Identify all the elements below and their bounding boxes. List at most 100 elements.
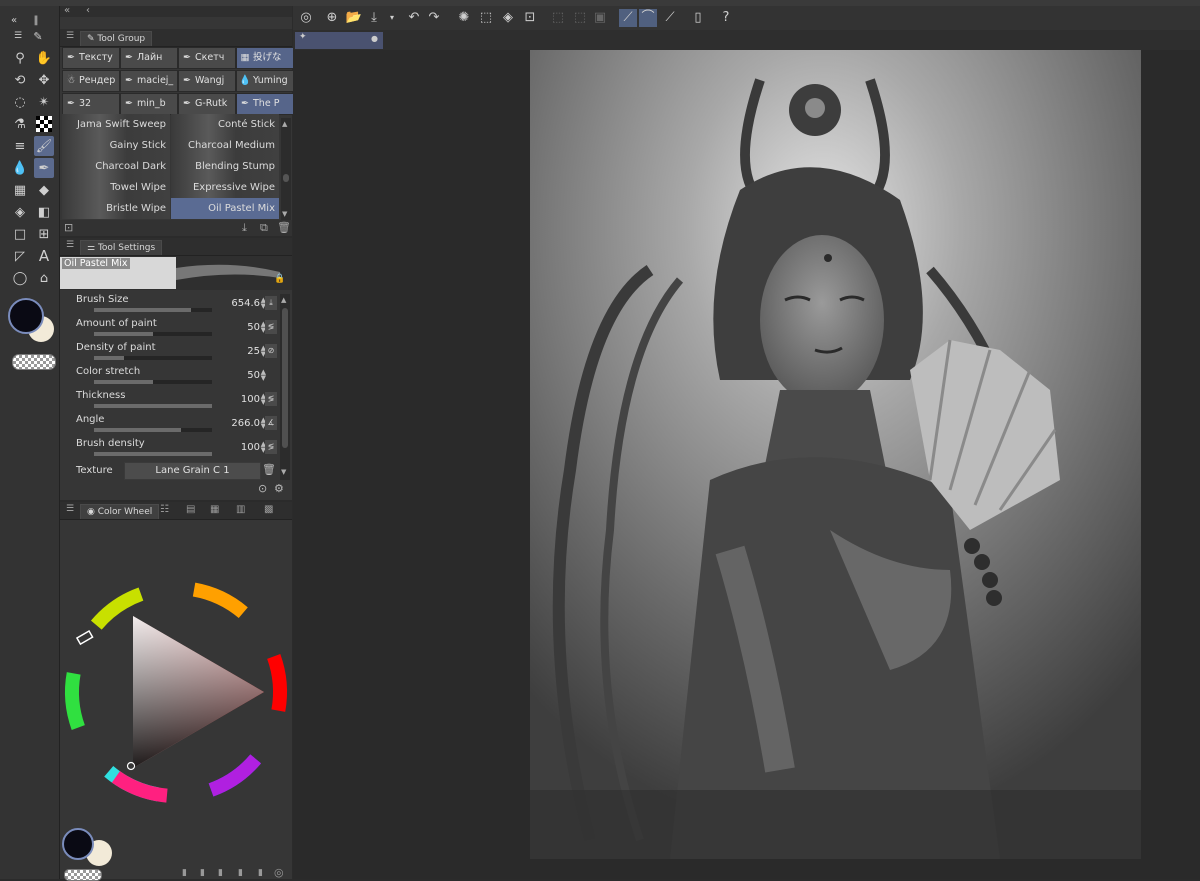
brush-item[interactable]: Bristle Wipe (62, 198, 170, 219)
brush-item[interactable]: Charcoal Medium (171, 135, 279, 156)
brush-item[interactable]: Oil Pastel Mix (171, 198, 279, 219)
back-icon[interactable]: ‹ (86, 5, 90, 16)
clear-icon[interactable]: ⬚ (477, 9, 495, 27)
property-slider[interactable] (94, 452, 212, 456)
property-value[interactable]: 100 (210, 394, 260, 405)
subtool-item[interactable]: ✒ The P (236, 93, 294, 115)
subtool-item[interactable]: ✒ 32 (62, 93, 120, 115)
settings-scrollbar[interactable]: ▲ ▼ (280, 294, 290, 480)
subtool-item[interactable]: ✒ G-Rutk (178, 93, 236, 115)
color-wheel[interactable] (60, 576, 292, 816)
snap-special-icon[interactable]: ⌒ (639, 9, 657, 27)
gradient-icon[interactable]: ◧ (34, 202, 54, 222)
tab-tool-settings[interactable]: ⚌ Tool Settings (80, 240, 163, 255)
menu-icon[interactable]: ☰ (8, 26, 28, 46)
menu-icon[interactable]: ☰ (66, 504, 74, 514)
scroll-thumb[interactable] (282, 308, 288, 448)
open-icon[interactable]: 📂 (345, 9, 363, 27)
settings-icon[interactable]: ⊡ (64, 221, 73, 234)
palette-icon[interactable]: ▮ (182, 868, 187, 878)
subtool-item[interactable]: ☃ Рендер (62, 70, 120, 92)
pressure-icon[interactable]: ≶ (265, 320, 277, 334)
property-slider[interactable] (94, 404, 212, 408)
pen-tool-icon[interactable]: ✒ (34, 158, 54, 178)
logo-icon[interactable]: ◎ (297, 9, 315, 27)
scroll-down-icon[interactable]: ▼ (281, 468, 286, 476)
zoom-icon[interactable]: ⚲ (10, 48, 30, 68)
lock-icon[interactable]: ⊘ (265, 344, 277, 358)
texture-select[interactable]: Lane Grain C 1 (124, 462, 261, 480)
scroll-up-icon[interactable]: ▲ (281, 296, 286, 304)
color-mode-icon[interactable]: ◎ (274, 866, 284, 879)
text-icon[interactable]: A (34, 246, 54, 266)
figure-icon[interactable]: □ (10, 224, 30, 244)
main-color-swatch[interactable] (62, 828, 94, 860)
scrollbar[interactable]: ▲ ▼ (281, 118, 291, 220)
grid-icon[interactable]: ▦ (10, 180, 30, 200)
menu-icon[interactable]: ☰ (66, 31, 74, 41)
download-icon[interactable]: ⤓ (265, 296, 277, 310)
subtool-item[interactable]: ✒ Скетч (178, 47, 236, 69)
main-color-swatch[interactable] (8, 298, 44, 334)
property-slider[interactable] (94, 380, 212, 384)
subtool-item[interactable]: ▦ 投げな (236, 47, 294, 69)
snap-grid-icon[interactable]: ⟋ (661, 9, 679, 27)
operation-icon[interactable]: ⟲ (10, 70, 30, 90)
property-value[interactable]: 266.0 (210, 418, 260, 429)
collapse-icon[interactable]: « (64, 5, 70, 16)
brush-item[interactable]: Conté Stick (171, 114, 279, 135)
property-slider[interactable] (94, 308, 212, 312)
scroll-down-icon[interactable]: ▼ (282, 210, 287, 218)
document-tab[interactable]: ✦ ● (295, 32, 383, 49)
property-value[interactable]: 25 (210, 346, 260, 357)
help-icon[interactable]: ? (717, 9, 735, 27)
artwork-canvas[interactable] (530, 50, 1141, 859)
close-icon[interactable]: ● (371, 34, 378, 43)
save-icon[interactable]: ⤓ (365, 9, 383, 27)
ruler-icon[interactable]: ◸ (10, 246, 30, 266)
transparent-color-swatch[interactable] (12, 354, 56, 370)
subtool-item[interactable]: 💧 Yuming (236, 70, 294, 92)
correction-icon[interactable]: ⌂ (34, 268, 54, 288)
subtool-item[interactable]: ✒ Wangj (178, 70, 236, 92)
import-icon[interactable]: ⤓ (242, 221, 247, 235)
scroll-thumb[interactable] (283, 174, 289, 182)
subtool-item[interactable]: ✒ Лайн (120, 47, 178, 69)
invert-selection-icon[interactable]: ⬚ (571, 9, 589, 27)
loading-icon[interactable]: ✺ (455, 9, 473, 27)
intermediate-color-tab-icon[interactable]: ▤ (186, 504, 195, 515)
brush-item[interactable]: Blending Stump (171, 156, 279, 177)
eyedropper-icon[interactable]: ⚗ (10, 114, 30, 134)
tab-color-wheel[interactable]: ◉ Color Wheel (80, 504, 160, 519)
property-value[interactable]: 50 (210, 370, 260, 381)
transparent-color-swatch[interactable] (64, 869, 102, 881)
spinner-icon[interactable]: ▲ ▼ (261, 369, 266, 382)
brush-item[interactable]: Towel Wipe (62, 177, 170, 198)
property-slider[interactable] (94, 356, 212, 360)
pressure-icon[interactable]: ≶ (265, 440, 277, 454)
brush-tool-icon[interactable]: 🖌 (34, 136, 54, 156)
redo-icon[interactable]: ↷ (425, 9, 443, 27)
fill-icon[interactable]: ◈ (10, 202, 30, 222)
device-icon[interactable]: ▯ (689, 9, 707, 27)
eraser-icon[interactable]: ◆ (34, 180, 54, 200)
property-slider[interactable] (94, 332, 212, 336)
chevron-down-icon[interactable]: ▾ (383, 9, 401, 27)
lasso-icon[interactable]: ◌ (10, 92, 30, 112)
transform-icon[interactable]: ⊡ (521, 9, 539, 27)
fill-icon[interactable]: ◈ (499, 9, 517, 27)
pen-icon[interactable]: ✎ (28, 26, 48, 46)
deselect-icon[interactable]: ⬚ (549, 9, 567, 27)
move-icon[interactable]: ✥ (34, 70, 54, 90)
tilt-icon[interactable]: ∡ (265, 416, 277, 430)
wrench-icon[interactable]: ⚙ (274, 482, 284, 495)
trash-icon[interactable]: 🗑 (262, 463, 276, 476)
subtool-item[interactable]: ✒ Тексту (62, 47, 120, 69)
undo-icon[interactable]: ↶ (405, 9, 423, 27)
duplicate-icon[interactable]: ⧉ (260, 221, 268, 235)
blend-icon[interactable]: 💧 (10, 158, 30, 178)
scroll-up-icon[interactable]: ▲ (282, 120, 287, 128)
palette-icon[interactable]: ▮ (200, 868, 205, 878)
selection-icon[interactable]: ▣ (591, 9, 609, 27)
subtool-item[interactable]: ✒ maciej_ (120, 70, 178, 92)
